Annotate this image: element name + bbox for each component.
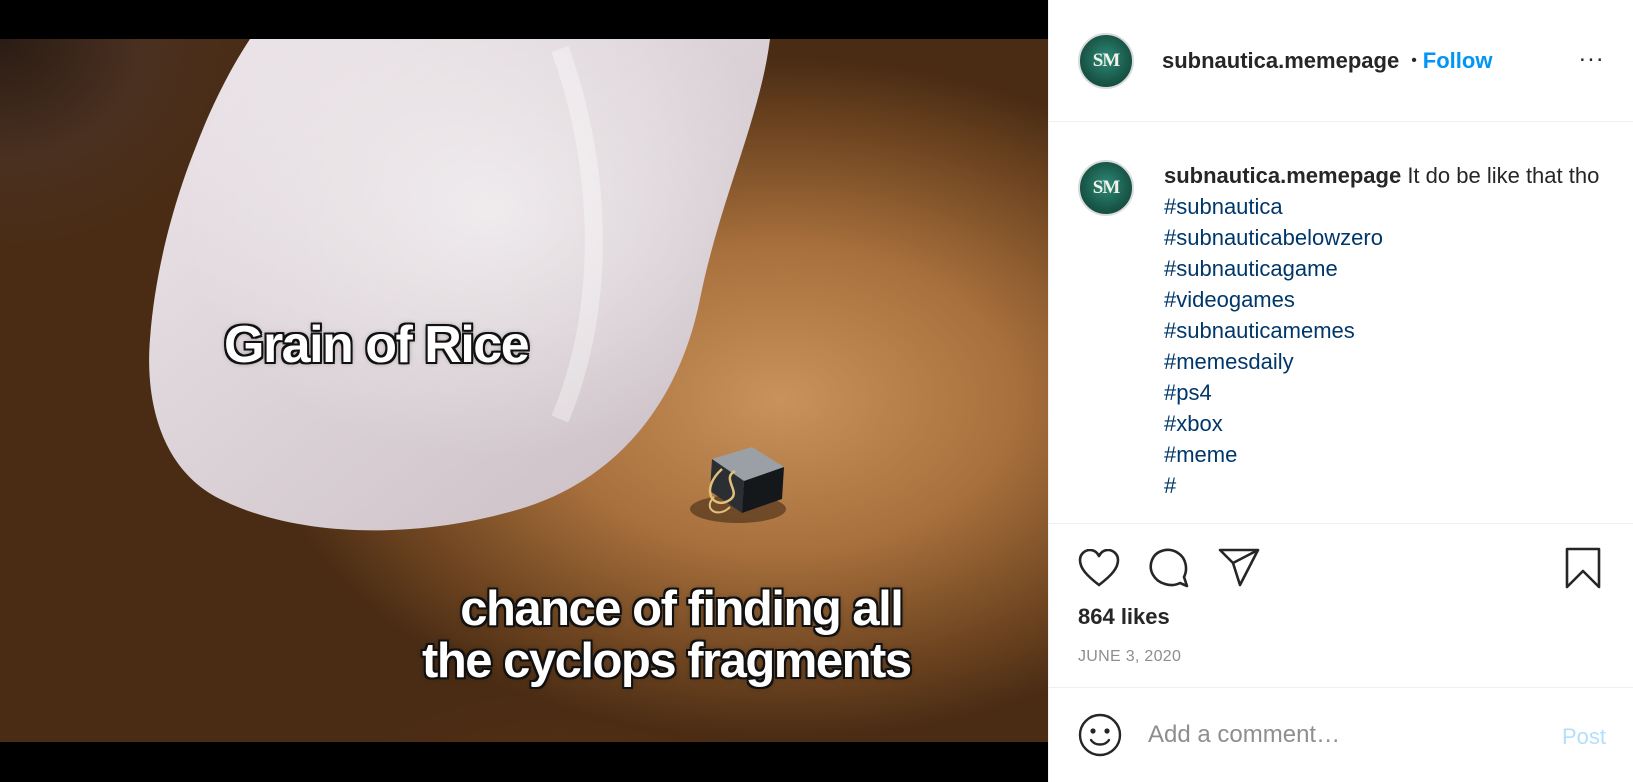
header-username[interactable]: subnautica.memepage — [1162, 48, 1399, 74]
post-side-panel: SM subnautica.memepage • Follow ... SM s… — [1048, 0, 1633, 782]
heart-icon[interactable] — [1077, 546, 1121, 590]
likes-count[interactable]: 864 likes — [1078, 604, 1170, 630]
hashtag-link[interactable]: #subnauticamemes — [1164, 315, 1599, 346]
meme-caption-top: Grain of Rice — [224, 316, 530, 374]
hashtag-link[interactable]: #subnautica — [1164, 191, 1599, 222]
hashtag-link[interactable]: #xbox — [1164, 408, 1599, 439]
bookmark-icon[interactable] — [1561, 546, 1605, 590]
follow-button[interactable]: Follow — [1423, 48, 1493, 74]
post-comment-button[interactable]: Post — [1562, 724, 1606, 750]
hashtag-link[interactable]: #memesdaily — [1164, 346, 1599, 377]
share-icon[interactable] — [1217, 546, 1261, 590]
hashtag-link[interactable]: #ps4 — [1164, 377, 1599, 408]
meme-caption-bottom-line1: chance of finding all — [460, 582, 904, 636]
meme-caption-bottom-line2: the cyclops fragments — [422, 634, 912, 688]
post-date[interactable]: JUNE 3, 2020 — [1078, 648, 1181, 666]
emoji-icon[interactable] — [1078, 713, 1122, 757]
hashtag-link[interactable]: # — [1164, 470, 1599, 501]
caption-body: subnautica.memepage It do be like that t… — [1164, 160, 1599, 501]
rice-grain-highlight — [149, 39, 770, 531]
hashtag-link[interactable]: #meme — [1164, 439, 1599, 470]
hashtag-link[interactable]: #subnauticagame — [1164, 253, 1599, 284]
action-icons — [1077, 546, 1287, 590]
hashtag-link[interactable]: #videogames — [1164, 284, 1599, 315]
caption-text: It do be like that tho — [1407, 163, 1600, 188]
hashtag-link[interactable]: #subnauticabelowzero — [1164, 222, 1599, 253]
comment-input[interactable] — [1146, 720, 1540, 750]
comment-icon[interactable] — [1147, 546, 1191, 590]
comments-section[interactable]: SM subnautica.memepage It do be like tha… — [1049, 122, 1633, 522]
post-container: Grain of Rice chance of finding all the … — [0, 0, 1633, 782]
caption-username[interactable]: subnautica.memepage — [1164, 163, 1401, 188]
tiny-computer-chip — [690, 447, 786, 523]
add-comment-bar: Post — [1049, 687, 1633, 782]
meme-caption-bottom: chance of finding all the cyclops fragme… — [422, 582, 912, 687]
post-header: SM subnautica.memepage • Follow ... — [1049, 0, 1633, 122]
header-separator: • — [1411, 51, 1417, 69]
caption-avatar[interactable]: SM — [1078, 160, 1134, 216]
meme-image: Grain of Rice chance of finding all the … — [0, 39, 1048, 742]
caption-row: SM subnautica.memepage It do be like tha… — [1049, 122, 1633, 501]
hashtag-list: #subnautica #subnauticabelowzero #subnau… — [1164, 191, 1599, 501]
post-actions: 864 likes JUNE 3, 2020 — [1049, 523, 1633, 687]
more-horizontal-icon[interactable]: ... — [1579, 42, 1605, 66]
post-media[interactable]: Grain of Rice chance of finding all the … — [0, 0, 1048, 782]
profile-avatar[interactable]: SM — [1078, 32, 1134, 89]
